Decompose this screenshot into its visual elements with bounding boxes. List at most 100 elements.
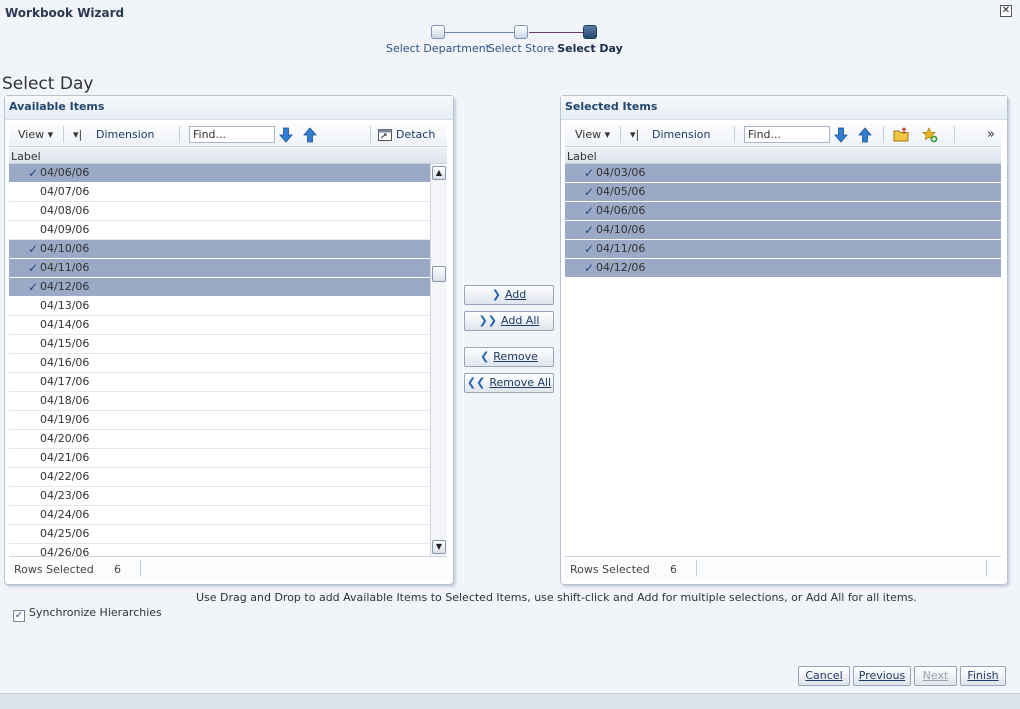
row-label: 04/08/06 — [40, 204, 90, 217]
table-row[interactable]: 04/16/06 — [9, 354, 430, 373]
view-menu[interactable]: View ▾ — [18, 128, 53, 141]
remove-all-button[interactable]: ❮❮ Remove All — [464, 373, 554, 393]
arrow-up-icon[interactable] — [857, 127, 873, 143]
detach-button[interactable]: Detach — [396, 128, 435, 141]
scroll-up-icon[interactable]: ▲ — [432, 166, 446, 180]
favorite-add-icon[interactable] — [922, 127, 938, 143]
table-row[interactable]: ✓ 04/12/06 — [9, 278, 430, 297]
previous-label: Previous — [858, 669, 906, 682]
table-row[interactable]: 04/21/06 — [9, 449, 430, 468]
toolbar-separator — [370, 126, 371, 143]
table-row[interactable]: ✓ 04/11/06 — [9, 259, 430, 278]
find-input[interactable] — [744, 126, 830, 143]
chevron-down-icon[interactable]: ▾| — [630, 128, 639, 141]
table-row[interactable]: 04/15/06 — [9, 335, 430, 354]
next-label: Next — [922, 669, 949, 682]
table-row[interactable]: 04/18/06 — [9, 392, 430, 411]
arrow-down-icon[interactable] — [833, 127, 849, 143]
add-all-button[interactable]: ❯❯ Add All — [464, 311, 554, 331]
table-row[interactable]: ✓ 04/05/06 — [565, 183, 1001, 202]
table-row[interactable]: 04/23/06 — [9, 487, 430, 506]
checkmark-icon: ✓ — [28, 242, 39, 256]
toolbar-separator — [179, 126, 180, 143]
selected-items-panel: Selected Items View ▾ ▾| Dimension » Lab… — [560, 95, 1008, 585]
table-row[interactable]: 04/08/06 — [9, 202, 430, 221]
overflow-chevron-icon[interactable]: » — [987, 127, 995, 142]
table-row[interactable]: 04/25/06 — [9, 525, 430, 544]
checkbox-checked-icon[interactable]: ✓ — [13, 610, 25, 622]
status-separator — [696, 560, 697, 576]
checkmark-icon: ✓ — [584, 204, 595, 218]
row-label: 04/23/06 — [40, 489, 90, 502]
row-label: 04/05/06 — [596, 185, 646, 198]
row-label: 04/11/06 — [40, 261, 90, 274]
view-menu[interactable]: View ▾ — [575, 128, 610, 141]
table-row[interactable]: 04/22/06 — [9, 468, 430, 487]
table-row[interactable]: ✓ 04/06/06 — [565, 202, 1001, 221]
vertical-scrollbar[interactable]: ▲ ▼ — [430, 164, 447, 556]
add-all-label: Add All — [501, 314, 540, 327]
available-rows: ✓ 04/06/06 04/07/06 04/08/06 04/09/06 ✓ 04/10/… — [9, 164, 430, 556]
cancel-button[interactable]: Cancel — [798, 666, 850, 686]
table-row[interactable]: ✓ 04/10/06 — [9, 240, 430, 259]
row-label: 04/17/06 — [40, 375, 90, 388]
dimension-button[interactable]: Dimension — [652, 128, 710, 141]
instructions-text: Use Drag and Drop to add Available Items… — [196, 591, 917, 604]
scroll-thumb[interactable] — [432, 266, 446, 282]
table-row[interactable]: 04/26/06 — [9, 544, 430, 556]
table-row[interactable]: ✓ 04/10/06 — [565, 221, 1001, 240]
previous-button[interactable]: Previous — [853, 666, 911, 686]
table-row[interactable]: 04/19/06 — [9, 411, 430, 430]
available-status-bar: Rows Selected 6 — [9, 556, 447, 580]
table-row[interactable]: ✓ 04/11/06 — [565, 240, 1001, 259]
arrow-up-icon[interactable] — [302, 127, 318, 143]
row-label: 04/18/06 — [40, 394, 90, 407]
table-row[interactable]: 04/24/06 — [9, 506, 430, 525]
row-label: 04/11/06 — [596, 242, 646, 255]
synchronize-hierarchies-checkbox[interactable]: ✓ Synchronize Hierarchies — [13, 606, 162, 622]
dimension-button[interactable]: Dimension — [96, 128, 154, 141]
row-label: 04/12/06 — [596, 261, 646, 274]
toolbar-separator — [620, 126, 621, 143]
row-label: 04/19/06 — [40, 413, 90, 426]
detach-icon[interactable] — [377, 127, 393, 143]
folder-icon[interactable] — [893, 127, 909, 143]
table-row[interactable]: 04/13/06 — [9, 297, 430, 316]
remove-button[interactable]: ❮ Remove — [464, 347, 554, 367]
checkmark-icon: ✓ — [584, 261, 595, 275]
add-button[interactable]: ❯ Add — [464, 285, 554, 305]
column-header-label[interactable]: Label — [9, 148, 447, 164]
row-label: 04/24/06 — [40, 508, 90, 521]
toolbar-separator — [63, 126, 64, 143]
table-row[interactable]: 04/14/06 — [9, 316, 430, 335]
step-icon — [431, 25, 445, 39]
available-items-panel: Available Items View ▾ ▾| Dimension Deta… — [4, 95, 454, 585]
table-row[interactable]: 04/17/06 — [9, 373, 430, 392]
table-row[interactable]: 04/07/06 — [9, 183, 430, 202]
selected-rows: ✓ 04/03/06 ✓ 04/05/06 ✓ 04/06/06 ✓ 04/10/06 ✓ 04/… — [565, 164, 1001, 278]
table-row[interactable]: 04/09/06 — [9, 221, 430, 240]
table-row[interactable]: ✓ 04/06/06 — [9, 164, 430, 183]
scroll-down-icon[interactable]: ▼ — [432, 540, 446, 554]
rows-selected-label: Rows Selected — [14, 563, 94, 576]
dialog-title: Workbook Wizard — [5, 6, 125, 20]
chevron-down-icon[interactable]: ▾| — [73, 128, 82, 141]
row-label: 04/07/06 — [40, 185, 90, 198]
checkmark-icon: ✓ — [584, 185, 595, 199]
find-input[interactable] — [189, 126, 275, 143]
table-row[interactable]: ✓ 04/12/06 — [565, 259, 1001, 278]
row-label: 04/15/06 — [40, 337, 90, 350]
toolbar-separator — [954, 126, 955, 143]
selected-table: Label ✓ 04/03/06 ✓ 04/05/06 ✓ 04/06/06 ✓ 04/10/… — [565, 148, 1001, 556]
row-label: 04/13/06 — [40, 299, 90, 312]
checkmark-icon: ✓ — [584, 166, 595, 180]
close-icon[interactable]: ✕ — [1000, 5, 1012, 17]
column-header-label[interactable]: Label — [565, 148, 1001, 164]
arrow-down-icon[interactable] — [278, 127, 294, 143]
table-row[interactable]: 04/20/06 — [9, 430, 430, 449]
checkmark-icon: ✓ — [584, 242, 595, 256]
selected-toolbar: View ▾ ▾| Dimension » — [565, 123, 1001, 147]
table-row[interactable]: ✓ 04/03/06 — [565, 164, 1001, 183]
checkmark-icon: ✓ — [584, 223, 595, 237]
finish-button[interactable]: Finish — [960, 666, 1006, 686]
